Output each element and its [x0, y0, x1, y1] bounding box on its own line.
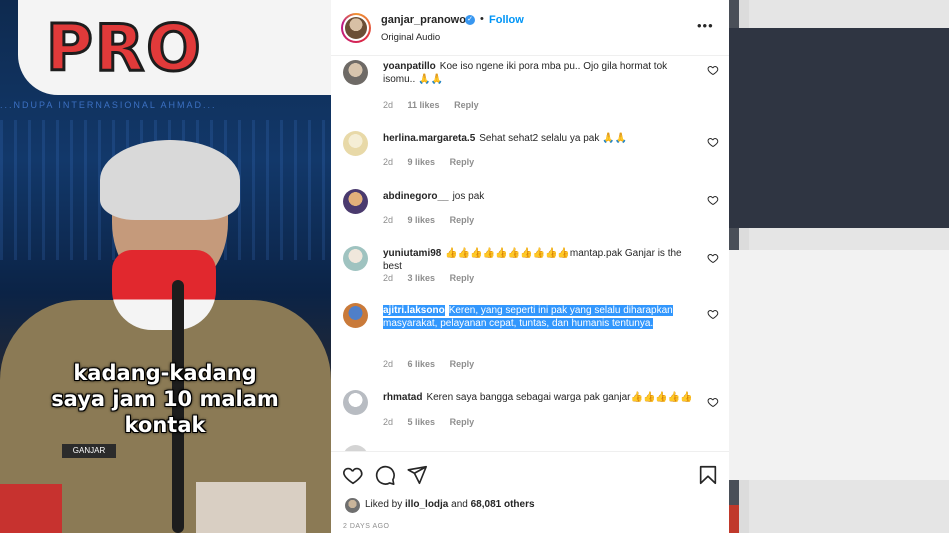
commenter-avatar[interactable]	[343, 303, 368, 328]
video-caption: kadang-kadang saya jam 10 malam kontak	[20, 360, 310, 438]
commenter-username[interactable]: yoanpatillo	[383, 61, 436, 72]
author-avatar[interactable]	[341, 13, 371, 43]
comment-likes[interactable]: 11 likes	[408, 100, 440, 110]
more-icon[interactable]: •••	[697, 18, 714, 33]
commenter-username[interactable]: herlina.margareta.5	[383, 133, 475, 144]
comment-likes[interactable]: 9 likes	[408, 215, 436, 225]
screen: PRO ...NDUPA INTERNASIONAL AHMAD... kada…	[0, 0, 949, 533]
reply-button[interactable]: Reply	[450, 215, 475, 225]
comment-age: 2d	[383, 100, 394, 110]
heart-icon[interactable]	[707, 252, 719, 264]
share-icon[interactable]	[406, 464, 428, 486]
commenter-username[interactable]: yuniutami98	[383, 248, 441, 259]
comment-age: 2d	[383, 215, 394, 225]
heart-icon[interactable]	[707, 194, 719, 206]
video-person-hair	[100, 140, 240, 220]
comment-meta: 2d 3 likes Reply	[383, 273, 486, 283]
bookmark-icon[interactable]	[697, 464, 719, 486]
comment-text: rhmatad Keren saya bangga sebagai warga p…	[383, 391, 693, 404]
post-header: ganjar_pranowo ✓ • Follow Original Audio…	[331, 0, 729, 56]
reply-button[interactable]: Reply	[454, 100, 479, 110]
commenter-avatar[interactable]	[343, 60, 368, 85]
commenter-avatar[interactable]	[343, 246, 368, 271]
comment-meta: 2d 9 likes Reply	[383, 157, 486, 167]
reply-button[interactable]: Reply	[450, 273, 475, 283]
commenter-username[interactable]: abdinegoro__	[383, 191, 449, 202]
post-date: 2 DAYS AGO	[343, 523, 390, 530]
commenter-avatar[interactable]	[343, 131, 368, 156]
background-card	[729, 28, 949, 228]
comment-likes[interactable]: 6 likes	[408, 359, 436, 369]
liked-by-user[interactable]: illo_lodja	[405, 499, 448, 510]
author-username[interactable]: ganjar_pranowo	[381, 14, 466, 26]
background-card	[729, 250, 949, 480]
reply-button[interactable]: Reply	[450, 359, 475, 369]
video-band-text: ...NDUPA INTERNASIONAL AHMAD...	[0, 100, 217, 110]
comment-text: yuniutami98 👍👍👍👍👍👍👍👍👍👍mantap.pak Ganjar i…	[383, 247, 693, 273]
liked-by-mid: and	[451, 499, 468, 510]
comment-age: 2d	[383, 273, 394, 283]
comment-meta: 2d 5 likes Reply	[383, 417, 486, 427]
liked-by-text[interactable]: Liked by illo_lodja and 68,081 others	[365, 499, 535, 510]
heart-icon[interactable]	[707, 396, 719, 408]
comment-text: ajitri.laksono Keren, yang seperti ini pa…	[383, 304, 683, 330]
follow-button[interactable]: Follow	[489, 14, 524, 26]
comment-text: abdinegoro__ jos pak	[383, 190, 693, 203]
comment-age: 2d	[383, 359, 394, 369]
comment-icon[interactable]	[374, 464, 396, 486]
verified-icon: ✓	[465, 15, 475, 25]
comment-likes[interactable]: 3 likes	[408, 273, 436, 283]
comment-text: herlina.margareta.5 Sehat sehat2 selalu y…	[383, 132, 693, 145]
post-actions: Liked by illo_lodja and 68,081 others 2 …	[331, 451, 729, 533]
liked-by-prefix: Liked by	[365, 499, 403, 510]
comment-age: 2d	[383, 157, 394, 167]
comment-meta: 2d 6 likes Reply	[383, 359, 486, 369]
video-banner-text: PRO	[45, 11, 203, 88]
commenter-username[interactable]: ajitri.laksono	[383, 305, 445, 316]
video-nameplate: GANJAR	[62, 444, 116, 458]
background-card	[729, 505, 739, 533]
heart-icon[interactable]	[707, 64, 719, 76]
post-panel: ganjar_pranowo ✓ • Follow Original Audio…	[331, 0, 729, 533]
comment-likes[interactable]: 9 likes	[408, 157, 436, 167]
heart-icon[interactable]	[707, 136, 719, 148]
comments-list[interactable]: yoanpatillo Koe iso ngene iki pora mba pu…	[331, 57, 729, 451]
reply-button[interactable]: Reply	[450, 157, 475, 167]
comment-text: yoanpatillo Koe iso ngene iki pora mba pu…	[383, 60, 693, 86]
comment-body: jos pak	[452, 191, 485, 202]
reply-button[interactable]: Reply	[450, 417, 475, 427]
video-caption-line: kadang-kadang	[73, 361, 257, 385]
separator-dot: •	[480, 13, 484, 25]
audio-label[interactable]: Original Audio	[381, 32, 440, 43]
video-object	[0, 484, 62, 533]
comment-age: 2d	[383, 417, 394, 427]
liked-by-avatar[interactable]	[345, 498, 360, 513]
video-caption-line: kontak	[124, 413, 206, 437]
video-caption-line: saya jam 10 malam	[51, 387, 279, 411]
commenter-avatar[interactable]	[343, 189, 368, 214]
comment-body: Keren saya bangga sebagai warga pak ganj…	[426, 392, 693, 403]
commenter-username[interactable]: rhmatad	[383, 392, 422, 403]
comment-meta: 2d 9 likes Reply	[383, 215, 486, 225]
liked-by-count[interactable]: 68,081 others	[471, 499, 535, 510]
comment-likes[interactable]: 5 likes	[408, 417, 436, 427]
heart-icon[interactable]	[707, 308, 719, 320]
video-person-mask	[112, 250, 216, 330]
comment-body: Sehat sehat2 selalu ya pak 🙏🙏	[479, 133, 628, 144]
like-heart-icon[interactable]	[342, 464, 364, 486]
commenter-avatar[interactable]	[343, 390, 368, 415]
reel-video[interactable]: PRO ...NDUPA INTERNASIONAL AHMAD... kada…	[0, 0, 331, 533]
video-object	[196, 482, 306, 533]
comment-meta: 2d 11 likes Reply	[383, 100, 491, 110]
